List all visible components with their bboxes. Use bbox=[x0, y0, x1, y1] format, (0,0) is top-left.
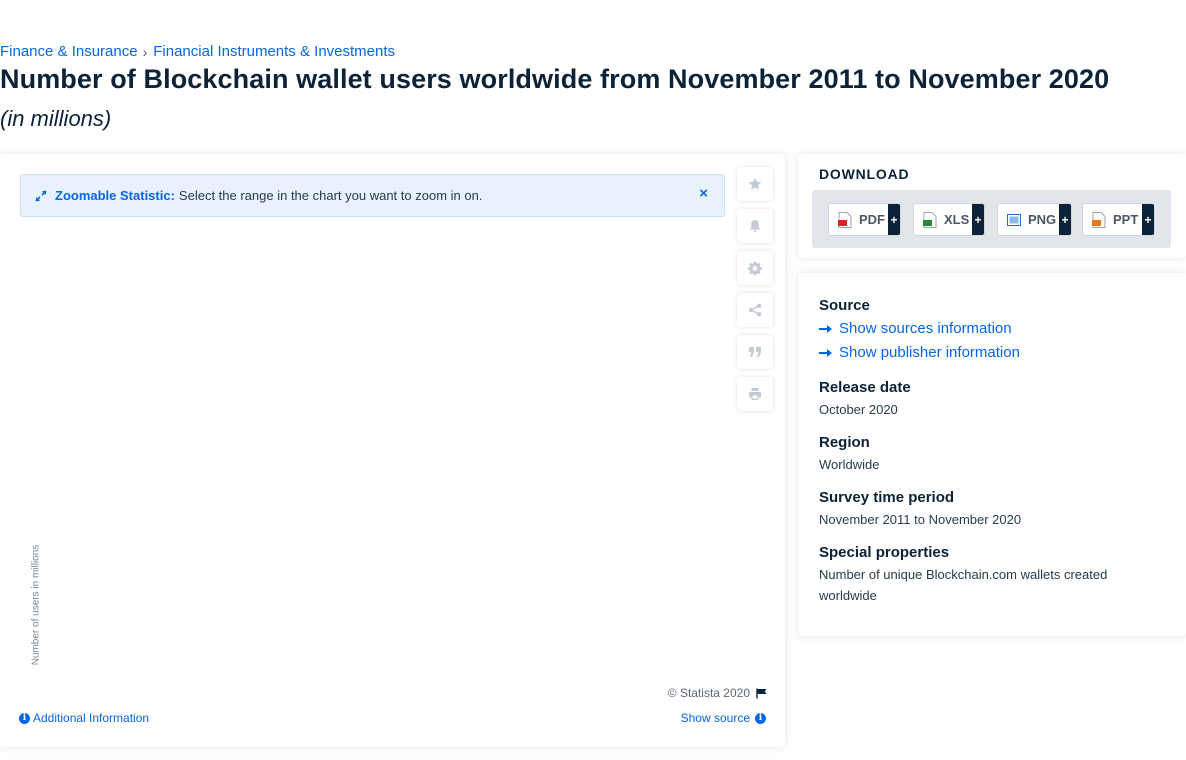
page-subtitle: (in millions) bbox=[0, 106, 112, 131]
show-source-label: Show source bbox=[680, 711, 750, 725]
region-value: Worldwide bbox=[819, 457, 880, 472]
share-button[interactable] bbox=[737, 293, 773, 327]
copyright: © Statista 2020 bbox=[668, 686, 768, 700]
copyright-text: © Statista 2020 bbox=[667, 686, 750, 700]
zoom-notice-text: Select the range in the chart you want t… bbox=[178, 188, 483, 203]
png-file-icon bbox=[1007, 212, 1021, 228]
star-icon bbox=[748, 177, 762, 190]
quote-icon bbox=[749, 347, 761, 357]
ppt-file-icon bbox=[1092, 211, 1106, 228]
show-source-link[interactable]: Show source i bbox=[681, 711, 766, 725]
show-sources-label: Show sources information bbox=[839, 320, 1012, 337]
bell-icon bbox=[749, 220, 761, 232]
download-bar: PDF + XLS + PNG + PPT + bbox=[812, 190, 1171, 248]
xls-file-icon bbox=[923, 211, 937, 228]
breadcrumb-item-financial-instruments[interactable]: Financial Instruments & Investments bbox=[153, 43, 395, 60]
zoom-notice: Zoomable Statistic: Select the range in … bbox=[20, 174, 725, 217]
region-heading: Region bbox=[819, 434, 870, 451]
download-png-label: PNG bbox=[1028, 212, 1057, 227]
download-png-button[interactable]: PNG + bbox=[997, 203, 1072, 236]
plus-icon: + bbox=[1142, 204, 1154, 235]
pdf-file-icon bbox=[838, 211, 852, 228]
special-properties-heading: Special properties bbox=[819, 544, 950, 561]
show-publisher-link[interactable]: Show publisher information bbox=[819, 344, 1020, 361]
arrow-right-icon bbox=[819, 324, 833, 334]
gear-icon bbox=[748, 261, 762, 275]
additional-info-label: Additional Information bbox=[33, 711, 150, 725]
plus-icon: + bbox=[972, 204, 984, 235]
download-pdf-label: PDF bbox=[859, 212, 885, 227]
flag-icon[interactable] bbox=[756, 688, 768, 699]
breadcrumb-separator: › bbox=[142, 43, 148, 60]
y-axis-label: Number of users in millions bbox=[30, 544, 42, 666]
source-heading: Source bbox=[819, 297, 870, 314]
download-xls-button[interactable]: XLS + bbox=[913, 203, 985, 236]
page-title: Number of Blockchain wallet users worldw… bbox=[0, 64, 1110, 94]
print-button[interactable] bbox=[737, 377, 773, 411]
cite-button[interactable] bbox=[737, 335, 773, 369]
breadcrumb-item-finance[interactable]: Finance & Insurance bbox=[0, 43, 138, 60]
release-date-heading: Release date bbox=[819, 379, 911, 396]
expand-icon bbox=[35, 189, 47, 202]
download-ppt-button[interactable]: PPT + bbox=[1082, 203, 1155, 236]
additional-info-link[interactable]: i Additional Information bbox=[19, 711, 149, 725]
download-panel: DOWNLOAD PDF + XLS + PNG + PPT + bbox=[798, 154, 1186, 258]
survey-period-heading: Survey time period bbox=[819, 489, 955, 506]
special-properties-value: Number of unique Blockchain.com wallets … bbox=[819, 567, 1108, 603]
arrow-right-icon bbox=[819, 348, 833, 358]
download-xls-label: XLS bbox=[944, 212, 970, 227]
close-icon[interactable]: × bbox=[699, 185, 708, 202]
plus-icon: + bbox=[1059, 204, 1071, 235]
show-sources-link[interactable]: Show sources information bbox=[819, 320, 1012, 337]
info-icon: i bbox=[19, 712, 30, 724]
download-pdf-button[interactable]: PDF + bbox=[828, 203, 901, 236]
notification-button[interactable] bbox=[737, 209, 773, 243]
print-icon bbox=[749, 388, 761, 400]
chart-panel: Zoomable Statistic: Select the range in … bbox=[0, 154, 785, 747]
info-panel: Source Show sources information Show pub… bbox=[798, 273, 1186, 636]
plus-icon: + bbox=[888, 204, 900, 235]
info-icon: i bbox=[755, 712, 766, 724]
settings-button[interactable] bbox=[737, 251, 773, 285]
share-icon bbox=[748, 303, 762, 317]
download-ppt-label: PPT bbox=[1113, 212, 1139, 227]
survey-period-value: November 2011 to November 2020 bbox=[819, 512, 1022, 527]
favorite-button[interactable] bbox=[737, 167, 773, 201]
download-title: DOWNLOAD bbox=[819, 166, 910, 182]
breadcrumb: Finance & Insurance › Financial Instrume… bbox=[0, 43, 395, 60]
release-date-value: October 2020 bbox=[819, 402, 898, 417]
zoom-notice-label: Zoomable Statistic: bbox=[55, 188, 175, 203]
show-publisher-label: Show publisher information bbox=[839, 344, 1020, 361]
